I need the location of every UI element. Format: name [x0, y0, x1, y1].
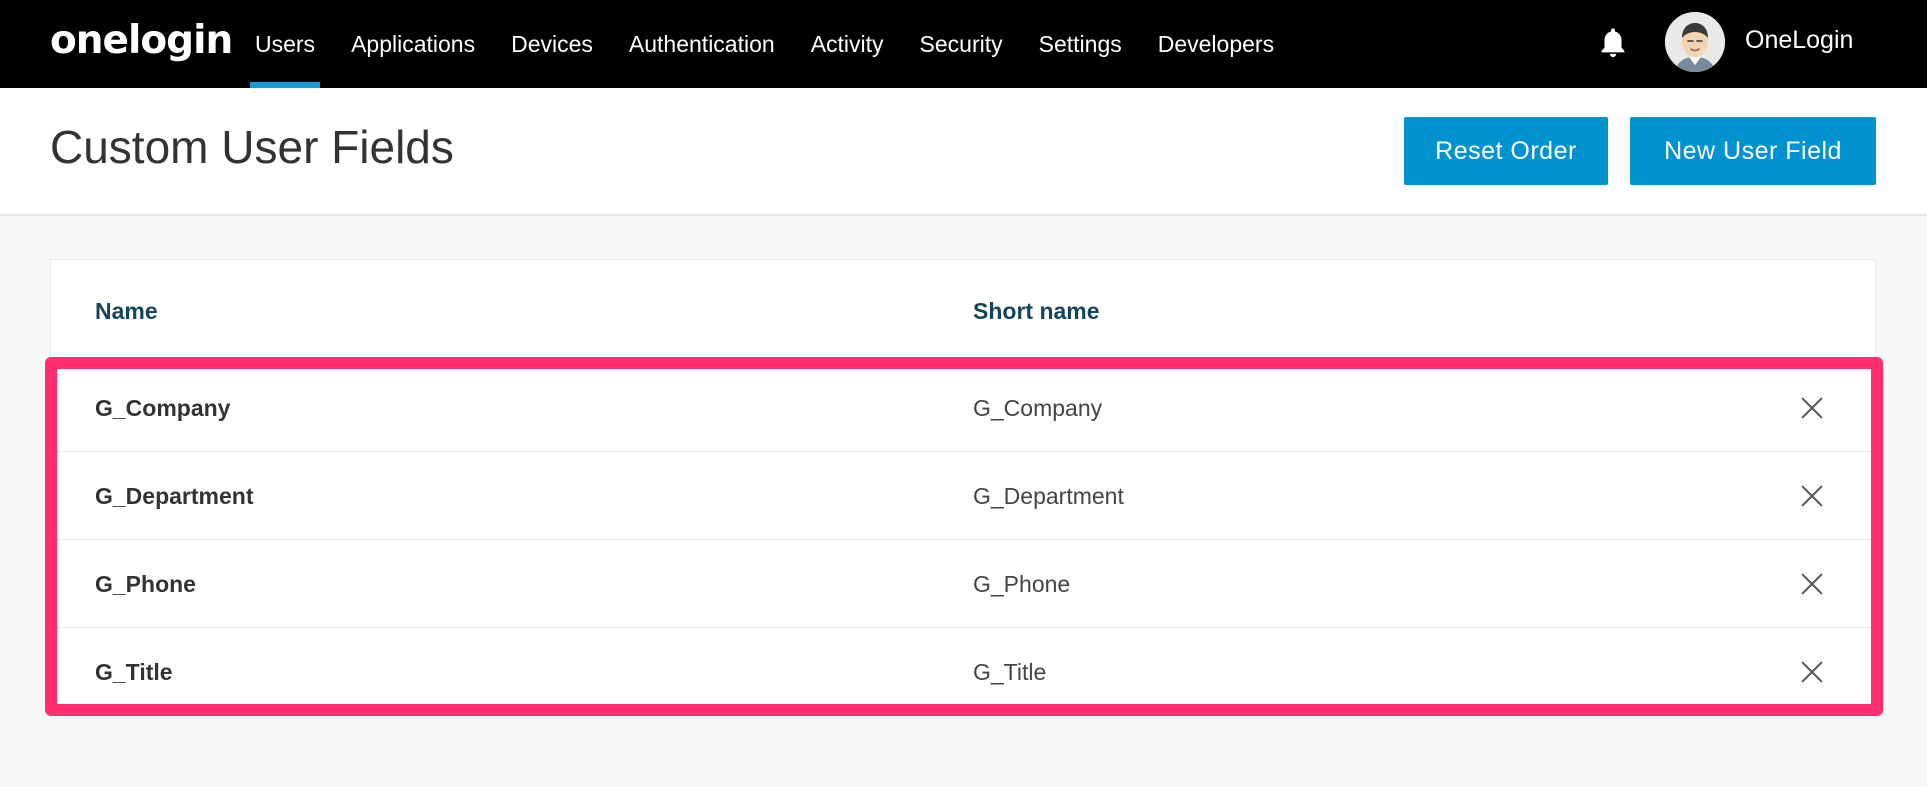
nav-item-devices[interactable]: Devices [506, 0, 598, 88]
field-name[interactable]: G_Phone [95, 540, 196, 628]
nav-item-security[interactable]: Security [915, 0, 1008, 88]
custom-fields-table: Name Short name G_Company G_Company G_De… [50, 259, 1876, 719]
page-title: Custom User Fields [50, 121, 454, 173]
nav-item-applications[interactable]: Applications [346, 0, 480, 88]
field-short-name: G_Phone [973, 571, 1071, 597]
table-row[interactable]: G_Company G_Company [51, 364, 1875, 452]
close-icon[interactable] [1801, 573, 1823, 595]
table-row[interactable]: G_Phone G_Phone [51, 540, 1875, 628]
main-nav: Users Applications Devices Authenticatio… [250, 0, 1305, 88]
field-short-name: G_Company [973, 395, 1103, 421]
field-name[interactable]: G_Department [95, 452, 253, 540]
bell-icon[interactable] [1598, 26, 1628, 60]
close-icon[interactable] [1801, 485, 1823, 507]
user-avatar[interactable] [1665, 12, 1725, 72]
nav-item-authentication[interactable]: Authentication [624, 0, 780, 88]
field-name[interactable]: G_Title [95, 628, 173, 716]
nav-item-activity[interactable]: Activity [806, 0, 889, 88]
reset-order-button[interactable]: Reset Order [1404, 117, 1608, 185]
onelogin-logo[interactable]: onelogin [50, 16, 233, 66]
field-short-name: G_Title [973, 659, 1047, 685]
nav-item-settings[interactable]: Settings [1034, 0, 1127, 88]
field-name[interactable]: G_Company [95, 364, 230, 452]
avatar-illustration [1665, 12, 1725, 72]
table-row[interactable]: G_Department G_Department [51, 452, 1875, 540]
table-header: Name Short name [51, 260, 1875, 364]
page-header: Custom User Fields Reset Order New User … [0, 88, 1927, 216]
close-icon[interactable] [1801, 661, 1823, 683]
nav-item-developers[interactable]: Developers [1153, 0, 1279, 88]
table-row[interactable]: G_Title G_Title [51, 628, 1875, 716]
new-user-field-button[interactable]: New User Field [1630, 117, 1876, 185]
column-header-name: Name [95, 298, 158, 324]
account-name[interactable]: OneLogin [1745, 0, 1853, 80]
top-navigation-bar: onelogin Users Applications Devices Auth… [0, 0, 1927, 88]
close-icon[interactable] [1801, 397, 1823, 419]
column-header-short-name: Short name [973, 298, 1100, 324]
field-short-name: G_Department [973, 483, 1124, 509]
nav-item-users[interactable]: Users [250, 0, 321, 88]
